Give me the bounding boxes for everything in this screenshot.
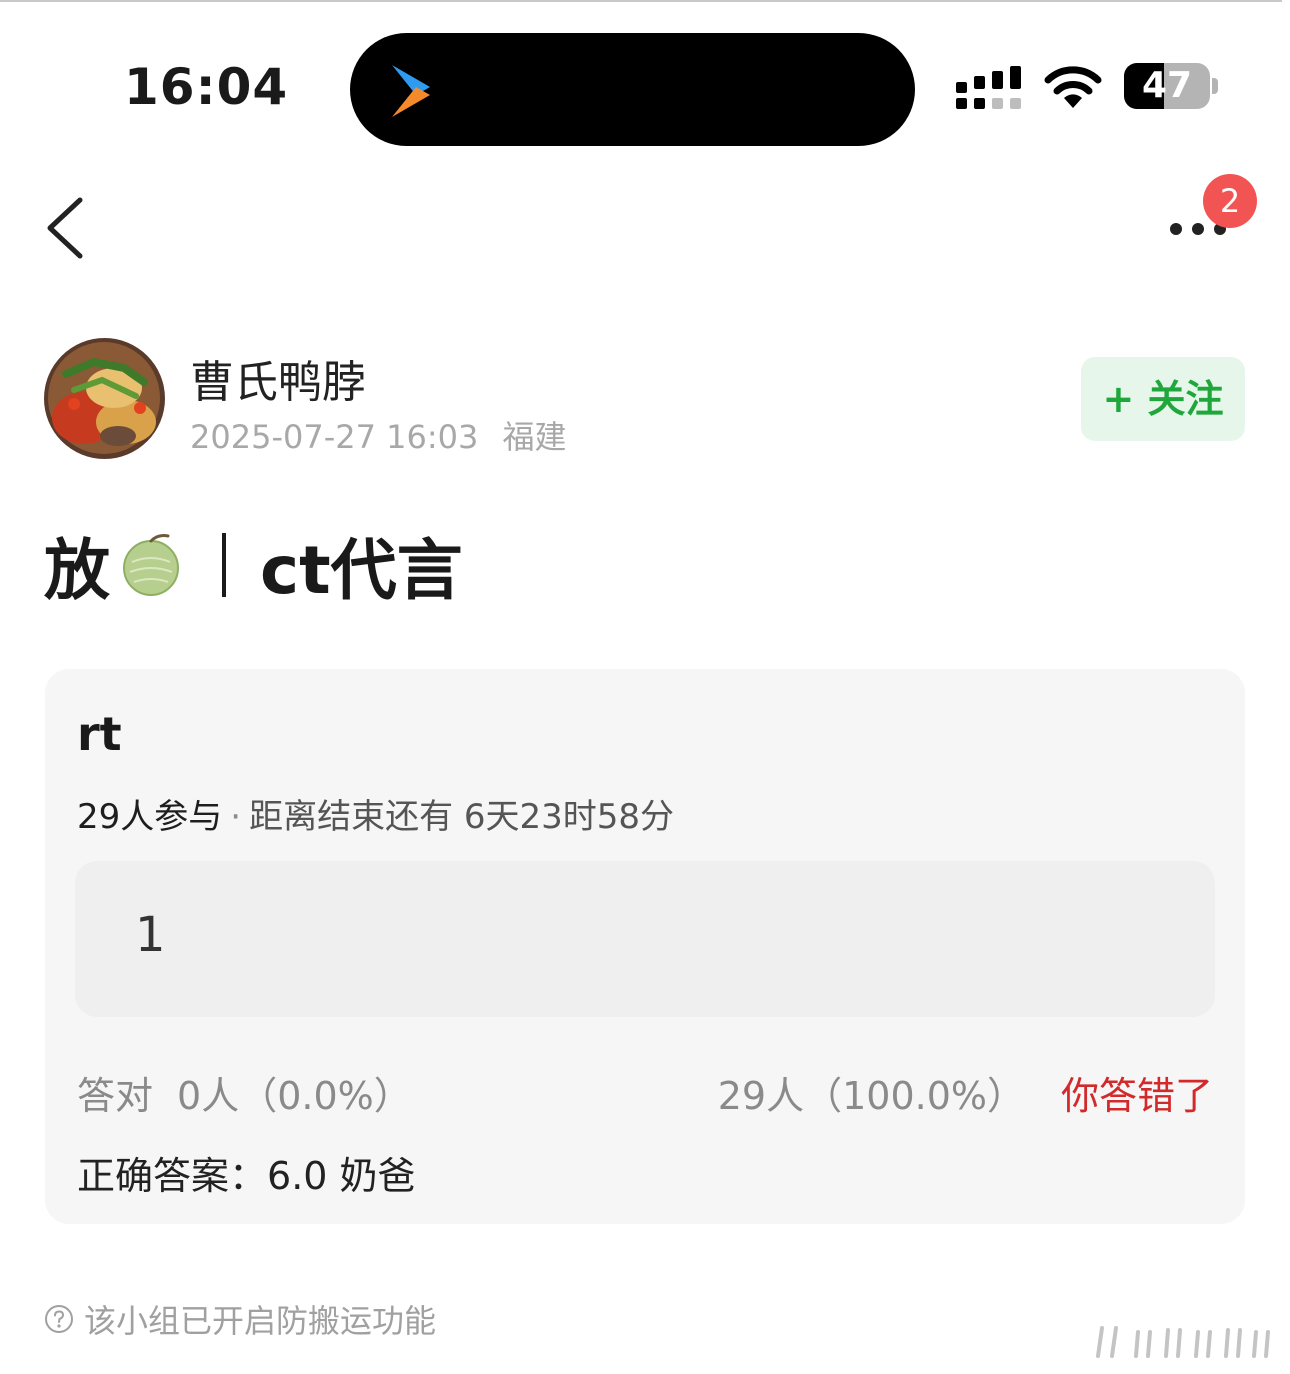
quiz-stats: 答对 0人（0.0%） 29人（100.0%） 你答错了 — [77, 1065, 1213, 1118]
cellular-signal-icon — [956, 66, 1021, 109]
follow-button[interactable]: + 关注 — [1081, 357, 1245, 441]
dot-separator: · — [230, 797, 242, 837]
title-suffix: ct代言 — [260, 532, 463, 609]
status-time: 16:04 — [124, 58, 289, 116]
melon-emoji-icon — [123, 534, 179, 596]
wifi-icon — [1044, 66, 1102, 108]
correct-answer-label: 正确答案： — [77, 1154, 268, 1198]
help-question-icon — [45, 1305, 73, 1333]
post-location: 福建 — [502, 418, 567, 456]
avatar[interactable] — [44, 338, 165, 459]
quiz-option[interactable]: 1 — [75, 861, 1215, 1017]
correct-answer: 正确答案：6.0 奶爸 — [77, 1145, 416, 1200]
wrong-answer-label: 你答错了 — [1060, 1074, 1213, 1118]
battery-icon: 47 — [1124, 63, 1210, 109]
battery-level: 47 — [1141, 65, 1193, 106]
author-name[interactable]: 曹氏鸭脖 — [190, 346, 366, 410]
correct-count: 0人（0.0%） — [177, 1074, 412, 1118]
back-chevron-icon — [47, 197, 83, 259]
correct-stat: 答对 0人（0.0%） — [77, 1065, 412, 1120]
video-app-logo-icon — [392, 65, 430, 117]
quiz-status: 29人参与 · 距离结束还有 6天23时58分 — [77, 789, 674, 838]
post-timestamp: 2025-07-27 16:03 — [190, 418, 479, 456]
quiz-card: rt 29人参与 · 距离结束还有 6天23时58分 1 答对 0人（0.0%） 29… — [45, 669, 1245, 1224]
wrong-stat: 29人（100.0%） 你答错了 — [718, 1065, 1213, 1120]
wrong-count: 29人（100.0%） — [717, 1074, 1025, 1118]
back-button[interactable] — [36, 190, 106, 270]
title-prefix: 放 — [44, 532, 110, 609]
anti-repost-note[interactable]: 该小组已开启防搬运功能 — [44, 1296, 436, 1342]
title-divider — [222, 533, 226, 597]
post-title: 放 ct代言 — [44, 520, 463, 610]
dynamic-island — [350, 33, 915, 146]
battery-tip — [1212, 78, 1218, 94]
correct-answer-value: 6.0 奶爸 — [267, 1154, 416, 1198]
time-remaining: 距离结束还有 6天23时58分 — [249, 797, 675, 837]
participant-count: 29人参与 — [77, 797, 223, 837]
avatar-food-image — [44, 338, 165, 459]
watermark-logo — [1096, 1326, 1270, 1358]
quiz-question: rt — [77, 707, 122, 761]
correct-label: 答对 — [77, 1074, 154, 1118]
post-meta: 2025-07-27 16:03 福建 — [190, 412, 567, 458]
top-divider — [0, 0, 1282, 2]
notification-badge: 2 — [1203, 174, 1257, 228]
anti-repost-text: 该小组已开启防搬运功能 — [84, 1302, 437, 1340]
quiz-option-text: 1 — [135, 907, 166, 963]
